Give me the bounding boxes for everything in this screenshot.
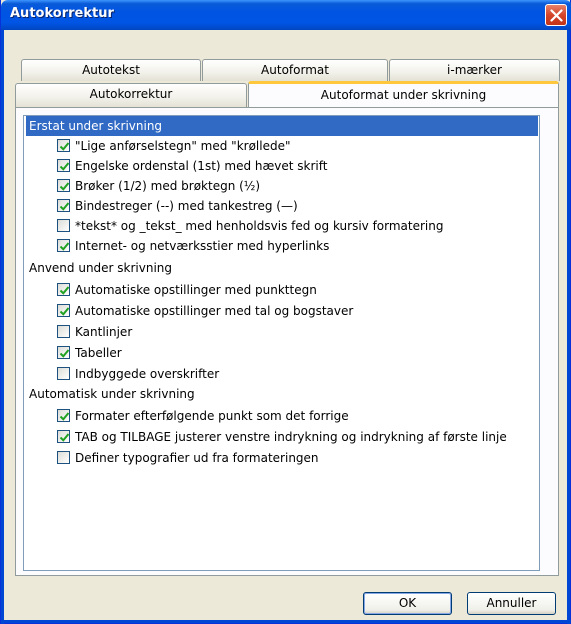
option-label: Brøker (1/2) med brøktegn (½) bbox=[75, 179, 261, 193]
checkmark-icon bbox=[59, 349, 70, 358]
section-header-erstat[interactable]: Erstat under skrivning bbox=[26, 116, 538, 136]
checkbox[interactable] bbox=[57, 346, 70, 359]
checkbox[interactable] bbox=[57, 179, 70, 192]
option-label: Automatiske opstillinger med punkttegn bbox=[75, 283, 317, 297]
section-header-anvend[interactable]: Anvend under skrivning bbox=[26, 258, 538, 278]
option-label: Engelske ordenstal (1st) med hævet skrif… bbox=[75, 159, 328, 173]
option-label: Indbyggede overskrifter bbox=[75, 367, 220, 381]
checkbox[interactable] bbox=[57, 219, 70, 232]
ok-button[interactable]: OK bbox=[363, 592, 452, 615]
option-label: "Lige anførselstegn" med "krøllede" bbox=[75, 139, 291, 153]
option-label: Definer typografier ud fra formateringen bbox=[75, 451, 319, 465]
window-title: Autokorrektur bbox=[10, 6, 114, 21]
options-list[interactable]: Erstat under skrivning "Lige anførselste… bbox=[23, 115, 540, 571]
option-label: Internet- og netværksstier med hyperlink… bbox=[75, 239, 330, 253]
checkbox[interactable] bbox=[57, 159, 70, 172]
checkbox[interactable] bbox=[57, 409, 70, 422]
checkmark-icon bbox=[59, 412, 70, 421]
checkbox[interactable] bbox=[57, 325, 70, 338]
checkmark-icon bbox=[59, 242, 70, 251]
checkbox[interactable] bbox=[57, 451, 70, 464]
checkmark-icon bbox=[59, 162, 70, 171]
checkbox[interactable] bbox=[57, 304, 70, 317]
title-bar[interactable]: Autokorrektur bbox=[1, 0, 571, 30]
option-label: *tekst* og _tekst_ med henholdsvis fed o… bbox=[75, 219, 444, 233]
checkmark-icon bbox=[59, 182, 70, 191]
option-label: Tabeller bbox=[75, 346, 122, 360]
checkbox[interactable] bbox=[57, 430, 70, 443]
option-label: Automatiske opstillinger med tal og bogs… bbox=[75, 304, 354, 318]
checkmark-icon bbox=[59, 142, 70, 151]
checkmark-icon bbox=[59, 433, 70, 442]
checkbox[interactable] bbox=[57, 199, 70, 212]
close-button[interactable] bbox=[545, 4, 567, 26]
checkbox[interactable] bbox=[57, 239, 70, 252]
checkbox[interactable] bbox=[57, 139, 70, 152]
option-label: Formater efterfølgende punkt som det for… bbox=[75, 409, 349, 423]
checkmark-icon bbox=[59, 286, 70, 295]
tab-autotekst[interactable]: Autotekst bbox=[21, 59, 201, 81]
option-label: TAB og TILBAGE justerer venstre indrykni… bbox=[75, 430, 507, 444]
cancel-button[interactable]: Annuller bbox=[467, 592, 556, 615]
section-header-automatisk[interactable]: Automatisk under skrivning bbox=[26, 384, 538, 404]
tab-i-maerker[interactable]: i-mærker bbox=[389, 59, 560, 81]
checkbox[interactable] bbox=[57, 367, 70, 380]
autokorrektur-dialog: Autokorrektur Autotekst Autoformat i-mær… bbox=[0, 0, 571, 624]
checkbox[interactable] bbox=[57, 283, 70, 296]
tab-autoformat-under-skrivning[interactable]: Autoformat under skrivning bbox=[248, 81, 559, 107]
tab-autokorrektur[interactable]: Autokorrektur bbox=[15, 83, 247, 107]
tab-autoformat[interactable]: Autoformat bbox=[202, 59, 388, 81]
option-label: Bindestreger (--) med tankestreg (—) bbox=[75, 199, 298, 213]
option-label: Kantlinjer bbox=[75, 325, 133, 339]
checkmark-icon bbox=[59, 202, 70, 211]
checkmark-icon bbox=[59, 307, 70, 316]
close-icon bbox=[550, 9, 563, 22]
